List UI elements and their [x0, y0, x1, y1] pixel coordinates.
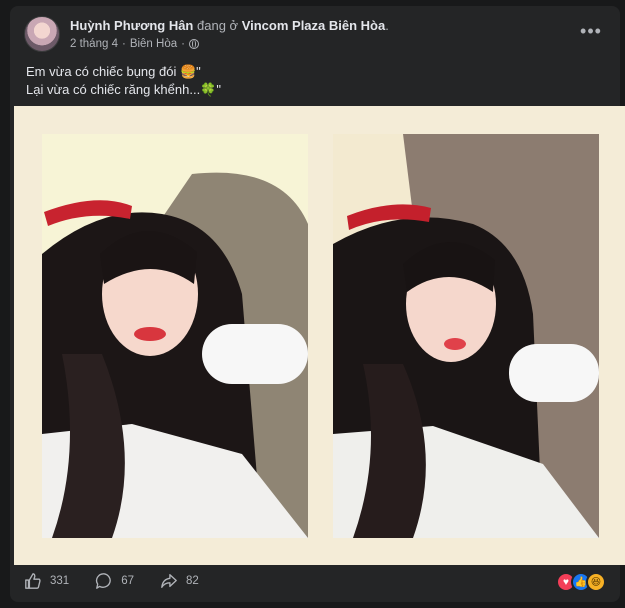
share-icon — [161, 574, 177, 588]
post-footer: 331 67 82 ♥ 👍 😆 — [24, 568, 606, 594]
post-header: Huỳnh Phương Hân đang ở Vincom Plaza Biê… — [24, 16, 606, 60]
share-button[interactable]: 82 — [160, 572, 199, 590]
post-card: Huỳnh Phương Hân đang ở Vincom Plaza Biê… — [10, 6, 625, 602]
globe-icon[interactable] — [188, 39, 199, 49]
haha-reaction-icon: 😆 — [586, 572, 606, 592]
post-city[interactable]: Biên Hòa — [130, 38, 177, 50]
location-suffix: . — [385, 18, 389, 33]
author-line: Huỳnh Phương Hân đang ở Vincom Plaza Biê… — [70, 18, 389, 34]
like-count: 331 — [50, 575, 70, 587]
like-button[interactable]: 331 — [24, 572, 69, 590]
checkin-prefix: đang ở — [197, 18, 239, 33]
post-date[interactable]: 2 tháng 4 — [70, 38, 118, 50]
post-text: Em vừa có chiếc bụng đói 🍔" Lại vừa có c… — [26, 63, 221, 99]
meta-separator: · — [121, 38, 126, 50]
author-name[interactable]: Huỳnh Phương Hân — [70, 18, 193, 33]
meta-separator: · — [181, 38, 185, 50]
location-link[interactable]: Vincom Plaza Biên Hòa — [242, 18, 386, 33]
photo-left[interactable] — [42, 134, 308, 538]
photo-collage[interactable] — [14, 106, 625, 565]
comment-button[interactable]: 67 — [95, 572, 134, 590]
more-horizontal-icon[interactable]: ••• — [576, 22, 606, 46]
avatar[interactable] — [24, 16, 60, 52]
post-meta: 2 tháng 4 · Biên Hòa · — [70, 38, 199, 50]
photo-right[interactable] — [333, 134, 599, 538]
share-count: 82 — [185, 575, 199, 587]
comment-icon — [96, 573, 112, 589]
post-text-line-1: Em vừa có chiếc bụng đói 🍔" — [26, 64, 201, 79]
reaction-icons[interactable]: ♥ 👍 😆 — [556, 572, 606, 592]
comment-count: 67 — [121, 575, 134, 587]
thumbs-up-icon — [25, 573, 41, 589]
post-text-line-2: Lại vừa có chiếc răng khểnh...🍀" — [26, 82, 221, 97]
